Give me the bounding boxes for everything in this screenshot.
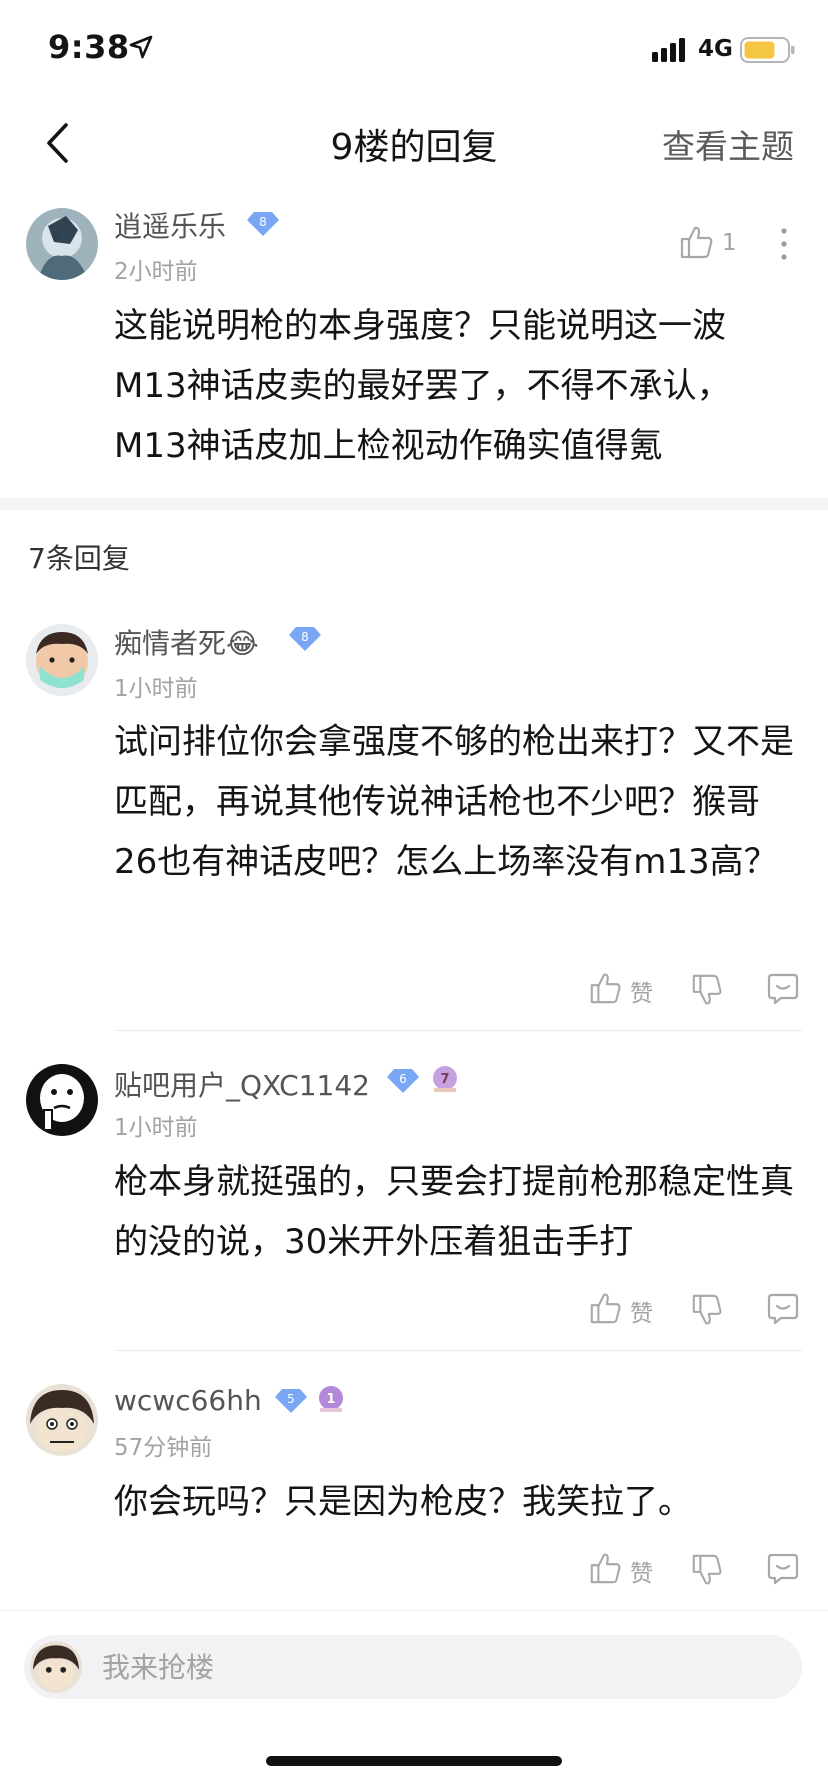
battery-icon — [740, 37, 795, 63]
avatar-image — [26, 1384, 98, 1456]
reply-actions: 赞 — [580, 1548, 810, 1588]
status-time: 9:38 — [48, 28, 130, 66]
svg-text:8: 8 — [301, 630, 309, 644]
row-divider — [114, 1350, 802, 1351]
level-badge-icon: 6 — [387, 1069, 419, 1093]
svg-text:1: 1 — [326, 1392, 335, 1407]
avatar-image — [26, 208, 98, 280]
reply-actions: 赞 — [580, 968, 810, 1008]
reply-username[interactable]: wcwc66hh — [114, 1384, 262, 1417]
avatar[interactable] — [26, 1384, 98, 1456]
status-bar: 9:38 4G — [0, 0, 828, 100]
nav-bar: 9楼的回复 查看主题 — [0, 100, 828, 200]
avatar-image — [26, 1064, 98, 1136]
member-badge-icon: 1 — [319, 1386, 343, 1412]
thumbs-up-icon[interactable] — [588, 970, 622, 1006]
home-indicator — [266, 1756, 562, 1766]
reply-content: 试问排位你会拿强度不够的枪出来打？又不是匹配，再说其他传说神话枪也不少吧？猴哥2… — [114, 722, 794, 882]
signal-icon — [652, 38, 685, 62]
reply-time: 57分钟前 — [114, 1435, 213, 1461]
thumbs-up-icon[interactable] — [588, 1290, 622, 1326]
level-badge-icon: 5 — [275, 1389, 307, 1413]
reply-username[interactable]: 贴吧用户_QXC1142 — [114, 1064, 370, 1104]
avatar — [30, 1641, 82, 1693]
avatar[interactable] — [26, 624, 98, 696]
main-post-time: 2小时前 — [114, 259, 198, 285]
svg-text:8: 8 — [259, 215, 267, 229]
more-icon[interactable] — [778, 226, 790, 262]
thumbs-down-icon[interactable] — [690, 1552, 724, 1588]
svg-text:5: 5 — [287, 1392, 295, 1406]
avatar-image — [30, 1641, 82, 1693]
network-label: 4G — [698, 36, 733, 62]
comment-icon[interactable] — [766, 1292, 800, 1326]
svg-text:6: 6 — [399, 1072, 407, 1086]
reply-count: 7条回复 — [28, 542, 130, 575]
level-badge-icon: 8 — [289, 627, 321, 651]
view-topic-button[interactable]: 查看主题 — [662, 120, 794, 168]
location-arrow-icon — [129, 35, 153, 59]
reply-content: 你会玩吗？只是因为枪皮？我笑拉了。 — [114, 1482, 692, 1522]
thumbs-up-icon[interactable] — [678, 224, 714, 260]
reply-username[interactable]: 痴情者死😂 — [114, 622, 259, 662]
level-badge-icon: 8 — [247, 212, 279, 236]
comment-icon[interactable] — [766, 972, 800, 1006]
reply-actions: 赞 — [580, 1288, 810, 1328]
thumbs-up-icon[interactable] — [588, 1550, 622, 1586]
avatar-image — [26, 624, 98, 696]
main-post-username[interactable]: 逍遥乐乐 — [114, 205, 226, 245]
avatar[interactable] — [26, 208, 98, 280]
member-badge-icon: 7 — [433, 1066, 457, 1092]
row-divider — [114, 1030, 802, 1031]
reply-time: 1小时前 — [114, 1115, 198, 1141]
main-post-content: 这能说明枪的本身强度？只能说明这一波M13神话皮卖的最好罢了，不得不承认，M13… — [114, 306, 731, 466]
like-label[interactable]: 赞 — [630, 974, 653, 1008]
like-label[interactable]: 赞 — [630, 1294, 653, 1328]
section-divider — [0, 498, 828, 510]
thumbs-down-icon[interactable] — [690, 1292, 724, 1328]
comment-icon[interactable] — [766, 1552, 800, 1586]
avatar[interactable] — [26, 1064, 98, 1136]
reply-time: 1小时前 — [114, 676, 198, 702]
reply-content: 枪本身就挺强的，只要会打提前枪那稳定性真的没的说，30米开外压着狙击手打 — [114, 1162, 794, 1262]
like-count: 1 — [722, 230, 737, 256]
like-label[interactable]: 赞 — [630, 1554, 653, 1588]
reply-input[interactable] — [24, 1635, 802, 1699]
svg-text:7: 7 — [440, 1072, 449, 1087]
thumbs-down-icon[interactable] — [690, 972, 724, 1008]
